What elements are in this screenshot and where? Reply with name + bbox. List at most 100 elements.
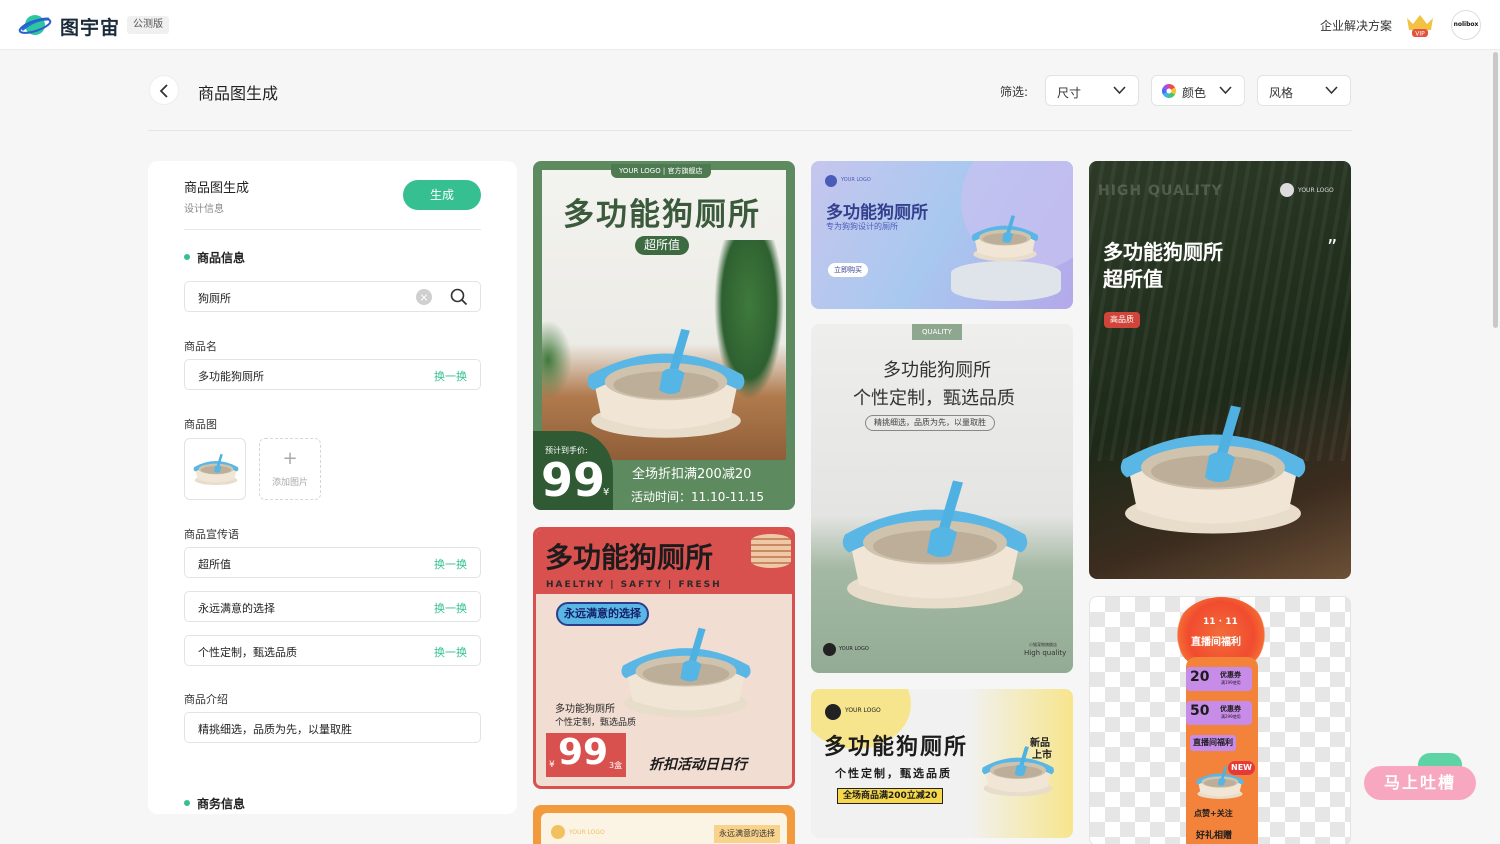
page-scrollbar[interactable] (1493, 52, 1498, 328)
product-search-input[interactable]: 狗厕所 (184, 281, 481, 312)
card-1-tag: 超所值 (635, 236, 690, 255)
litter-box-image (191, 453, 241, 487)
logo-icon (825, 704, 841, 720)
card-3-title-1: 多功能狗厕所 (883, 360, 991, 381)
slogan-value: 个性定制，甄选品质 (198, 646, 297, 659)
swap-button[interactable]: 换一换 (434, 556, 467, 572)
slogan-field-3[interactable]: 个性定制，甄选品质 换一换 (184, 635, 481, 666)
card-8-logo: YOUR LOGO (569, 829, 605, 836)
card-8-badge: 永远满意的选择 (714, 825, 780, 843)
card-3-footer-1: 小猫宠物旗舰店 (1029, 642, 1057, 647)
vip-label: VIP (1415, 31, 1425, 38)
card-7-new-tag: NEW (1228, 761, 1255, 775)
logo-icon (551, 825, 565, 839)
card-7-gift: 好礼相赠 (1196, 831, 1233, 841)
podium-decoration (951, 261, 1061, 301)
design-card-6[interactable]: YOUR LOGO 多功能狗厕所 个性定制，甄选品质 全场商品满200立减20 … (811, 689, 1073, 838)
user-avatar[interactable]: nolibox (1451, 10, 1481, 40)
enterprise-solutions-link[interactable]: 企业解决方案 (1320, 17, 1392, 34)
panel-divider (184, 229, 481, 230)
card-1-badge: YOUR LOGO | 官方旗舰店 (611, 164, 711, 178)
product-image-label: 商品图 (184, 418, 217, 431)
card-3-logo: YOUR LOGO (839, 646, 869, 652)
card-1-title: 多功能狗厕所 (563, 197, 761, 233)
card-2-cta: 立即购买 (828, 263, 868, 277)
card-7-coupon-2-label: 优惠券 (1220, 705, 1241, 713)
slogan-field-1[interactable]: 超所值 换一换 (184, 547, 481, 578)
product-name-label: 商品名 (184, 340, 217, 353)
card-7-coupon-2-note: 满299使用 (1221, 714, 1241, 719)
design-card-3[interactable]: QUALITY 多功能狗厕所 个性定制，甄选品质 精挑细选，品质为先，以量取胜 … (811, 324, 1073, 673)
stacked-bowls-image (751, 534, 791, 568)
plus-icon: + (282, 448, 298, 469)
litter-box-image (835, 474, 1035, 619)
add-image-button[interactable]: + 添加图片 (259, 438, 321, 500)
search-value: 狗厕所 (198, 292, 231, 305)
clear-icon[interactable] (416, 289, 432, 305)
card-4-logo: YOUR LOGO (1298, 187, 1334, 194)
card-7-coupon-2-amount: 50 (1190, 703, 1210, 719)
card-5-desc-1: 多功能狗厕所 (555, 704, 615, 715)
generate-button[interactable]: 生成 (403, 180, 481, 210)
card-1-currency: ¥ (603, 487, 610, 498)
swap-button[interactable]: 换一换 (434, 600, 467, 616)
card-5-price: 99 (558, 732, 609, 773)
card-5-bubble: 永远满意的选择 (556, 602, 649, 626)
logo-icon (823, 643, 836, 656)
design-card-5[interactable]: 多功能狗厕所 HAELTHY | SAFTY | FRESH 永远满意的选择 多… (533, 527, 795, 789)
card-6-logo: YOUR LOGO (845, 707, 881, 714)
panel-title: 商品图生成 (184, 181, 250, 196)
design-card-2[interactable]: YOUR LOGO 多功能狗厕所 专为狗狗设计的厕所 立即购买 (811, 161, 1073, 309)
plant-decoration (542, 320, 572, 400)
intro-label: 商品介绍 (184, 693, 228, 706)
color-wheel-icon (1162, 84, 1176, 98)
card-5-title: 多功能狗厕所 (545, 541, 714, 574)
style-filter-label: 风格 (1269, 86, 1294, 100)
back-button[interactable] (149, 75, 179, 105)
size-filter-select[interactable]: 尺寸 (1045, 75, 1139, 106)
feedback-button[interactable]: 马上吐槽 (1364, 766, 1476, 800)
card-5-promo: 折扣活动日日行 (649, 757, 747, 773)
product-info-heading: 商品信息 (184, 249, 245, 266)
card-2-sub: 专为狗狗设计的厕所 (826, 222, 898, 231)
header-divider (148, 130, 1352, 131)
product-image-thumbnail[interactable] (184, 438, 246, 500)
slogan-value: 超所值 (198, 558, 231, 571)
design-card-4[interactable]: HIGH QUALITY YOUR LOGO 多功能狗厕所 超所值 ” 高品质 (1089, 161, 1351, 579)
intro-value: 精挑细选，品质为先，以量取胜 (198, 723, 352, 736)
design-card-8[interactable]: YOUR LOGO 永远满意的选择 (533, 805, 795, 844)
top-bar: 图宇宙 公测版 企业解决方案 VIP nolibox (0, 0, 1500, 50)
card-5-currency: ¥ (549, 760, 555, 770)
style-filter-select[interactable]: 风格 (1257, 75, 1351, 106)
app-title[interactable]: 图宇宙 (60, 13, 120, 40)
color-filter-select[interactable]: 颜色 (1151, 75, 1245, 106)
card-4-watermark: HIGH QUALITY (1098, 183, 1223, 199)
card-1-promo: 全场折扣满200减20 (632, 467, 752, 482)
card-2-logo: YOUR LOGO (841, 177, 871, 183)
card-3-tag: QUALITY (912, 324, 962, 340)
swap-button[interactable]: 换一换 (434, 368, 467, 384)
planet-logo-icon[interactable] (18, 11, 52, 39)
logo-icon (1280, 183, 1294, 197)
slogan-field-2[interactable]: 永远满意的选择 换一换 (184, 591, 481, 622)
panel-subtitle: 设计信息 (184, 204, 224, 215)
intro-field[interactable]: 精挑细选，品质为先，以量取胜 (184, 712, 481, 743)
card-7-coupon-1-label: 优惠券 (1220, 671, 1241, 679)
card-4-title-2: 超所值 (1103, 267, 1163, 291)
swap-button[interactable]: 换一换 (434, 644, 467, 660)
litter-box-image (616, 625, 756, 723)
design-card-7[interactable]: 11 · 11 直播间福利 20 优惠券 满199使用 50 优惠券 满299使… (1089, 596, 1351, 844)
card-5-unit: 3盒 (609, 761, 623, 770)
product-name-field[interactable]: 多功能狗厕所 换一换 (184, 359, 481, 390)
litter-box-image (1113, 399, 1313, 544)
chevron-down-icon (1113, 86, 1126, 95)
card-3-title-2: 个性定制，甄选品质 (853, 388, 1015, 409)
vip-crown-icon[interactable]: VIP (1403, 12, 1437, 38)
beta-badge: 公测版 (127, 16, 169, 34)
card-3-footer-2: High quality (1024, 649, 1067, 657)
search-icon[interactable] (450, 288, 468, 306)
design-card-1[interactable]: YOUR LOGO | 官方旗舰店 多功能狗厕所 超所值 预计到手价: 99 ¥… (533, 161, 795, 510)
litter-box-image (969, 213, 1041, 265)
card-3-sub: 精挑细选，品质为先，以量取胜 (865, 415, 995, 431)
card-7-follow: 点赞+关注 (1194, 809, 1233, 818)
